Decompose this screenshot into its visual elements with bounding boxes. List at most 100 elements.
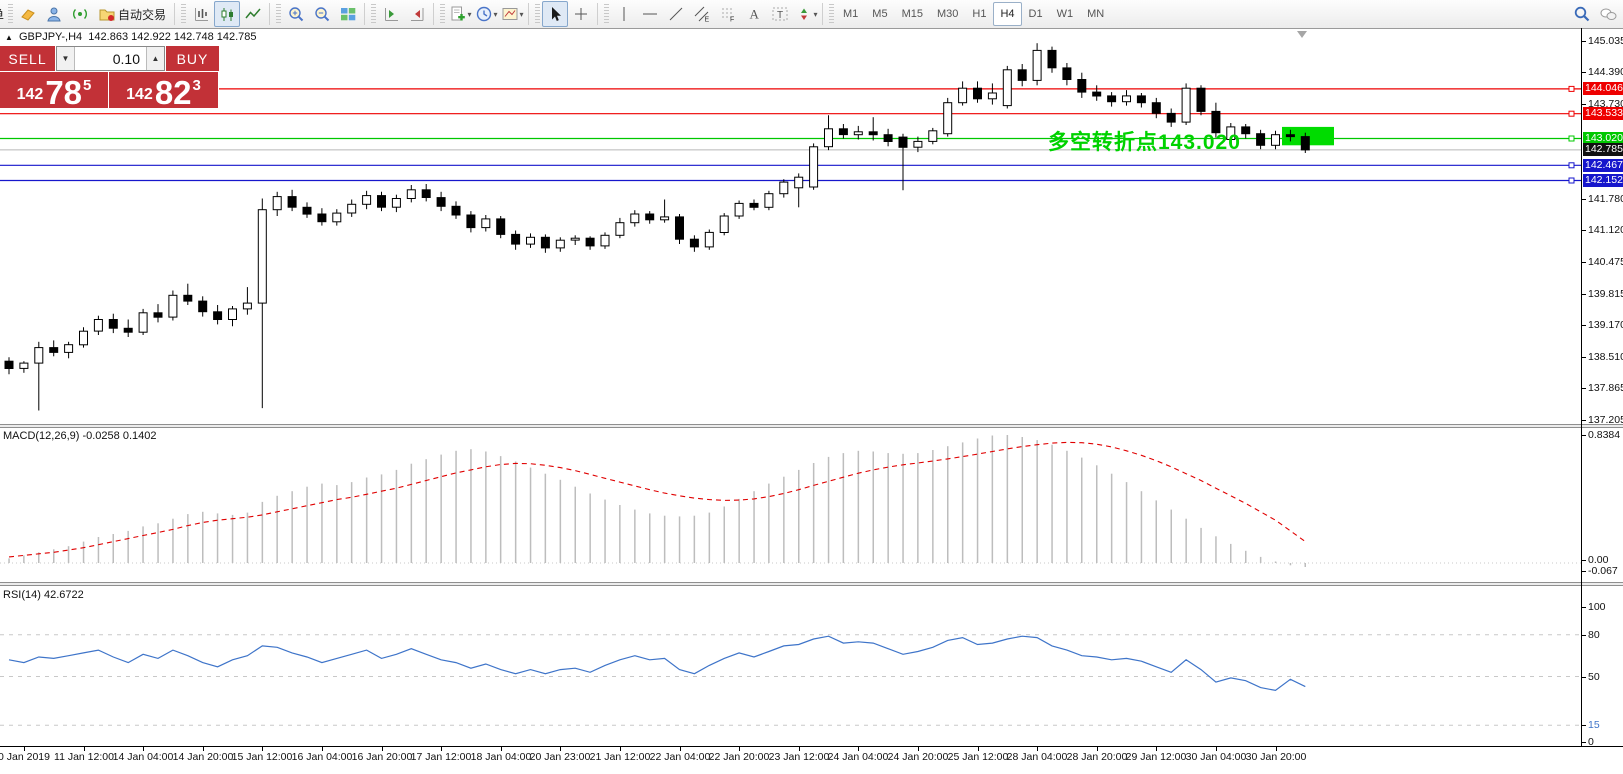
sell-price-pips: 78 (45, 79, 82, 107)
svg-text:E: E (705, 17, 710, 24)
volume-increase-button[interactable]: ▲ (146, 47, 164, 70)
tab-timeframe-M1[interactable]: M1 (836, 2, 865, 26)
buy-button[interactable]: BUY (166, 46, 219, 71)
price-tick-label: -0.067 (1588, 565, 1622, 577)
labelT-icon: T (771, 5, 789, 23)
toolbar-separator (364, 3, 365, 25)
tile-windows-button[interactable] (335, 1, 361, 27)
signals-button[interactable] (67, 1, 93, 27)
fibo-icon: F (719, 5, 737, 23)
rsi-indicator-panel[interactable] (0, 587, 1581, 746)
search-button[interactable] (1569, 1, 1595, 27)
level-price-badge: 143.533 (1583, 107, 1623, 120)
main-price-chart[interactable] (0, 28, 1581, 425)
toolbar-separator (528, 3, 529, 25)
chat-button[interactable] (1595, 1, 1621, 27)
toolbar-grip[interactable] (535, 4, 540, 24)
channel-button[interactable]: E (689, 1, 715, 27)
toolbar-separator (269, 3, 270, 25)
tab-timeframe-H4[interactable]: H4 (993, 2, 1021, 26)
toolbar-grip[interactable] (371, 4, 376, 24)
toolbar-grip[interactable] (8, 4, 13, 24)
periods-button[interactable]: ▾ (473, 1, 499, 27)
fibonacci-button[interactable]: F (715, 1, 741, 27)
symbol-quotes: 142.863 142.922 142.748 142.785 (88, 31, 256, 43)
auto-scroll-button[interactable] (378, 1, 404, 27)
toolbar-grip[interactable] (604, 4, 609, 24)
axis-tick (1581, 72, 1586, 73)
tab-timeframe-M5[interactable]: M5 (865, 2, 894, 26)
horizontal-line-button[interactable] (637, 1, 663, 27)
tab-timeframe-H1[interactable]: H1 (965, 2, 993, 26)
templates-button[interactable]: ▾ (499, 1, 525, 27)
volume-input[interactable]: 0.10 (75, 47, 146, 70)
vline-icon (615, 5, 633, 23)
axis-tick (1581, 388, 1586, 389)
toolbar-grip[interactable] (181, 4, 186, 24)
signal-icon (71, 5, 89, 23)
hline-icon (641, 5, 659, 23)
arrows-button[interactable]: ▾ (793, 1, 819, 27)
axis-tick (1581, 41, 1586, 42)
macd-indicator-panel[interactable] (0, 429, 1581, 582)
crosshair-button[interactable] (568, 1, 594, 27)
line-chart-button[interactable] (240, 1, 266, 27)
clock-icon (475, 5, 493, 23)
svg-text:F: F (730, 17, 734, 24)
sell-price[interactable]: 142 78 5 (0, 72, 108, 108)
chart-shift-button[interactable] (404, 1, 430, 27)
vertical-line-button[interactable] (611, 1, 637, 27)
price-tick-label: 137.865 (1588, 382, 1622, 394)
price-tick-label: 141.120 (1588, 224, 1622, 236)
toolbar-grip[interactable] (276, 4, 281, 24)
axis-tick (1581, 435, 1586, 436)
level-price-badge: 142.152 (1583, 174, 1623, 187)
svg-text:T: T (777, 10, 783, 21)
price-tick-label: 141.780 (1588, 193, 1622, 205)
cross-icon (572, 5, 590, 23)
clipped-toolbar-label: 单 (0, 5, 5, 24)
buy-price-integer: 142 (126, 86, 153, 104)
person-icon (45, 5, 63, 23)
one-click-trading-panel: SELL ▼ 0.10 ▲ BUY 142 78 5 142 82 3 (0, 46, 219, 108)
indicators-button[interactable]: ▾ (447, 1, 473, 27)
tab-timeframe-M15[interactable]: M15 (895, 2, 930, 26)
zoom-in-button[interactable] (283, 1, 309, 27)
panel-divider[interactable] (0, 582, 1623, 586)
axis-tick (1581, 635, 1586, 636)
trendline-button[interactable] (663, 1, 689, 27)
price-tick-label: 144.390 (1588, 66, 1622, 78)
annotation-text: 多空转折点143.020 (1048, 126, 1241, 156)
candlestick-chart-button[interactable] (214, 1, 240, 27)
panel-divider[interactable] (0, 424, 1623, 428)
bar-chart-button[interactable] (188, 1, 214, 27)
toolbar-grip[interactable] (829, 4, 834, 24)
price-tick-label: 137.205 (1588, 414, 1622, 426)
tab-timeframe-MN[interactable]: MN (1080, 2, 1111, 26)
mag-icon (1573, 5, 1591, 23)
trend-icon (667, 5, 685, 23)
toolbar: 单自动交易▾▾▾EFAT▾M1M5M15M30H1H4D1W1MN (0, 0, 1623, 29)
text-label-button[interactable]: T (767, 1, 793, 27)
axis-tick (1581, 104, 1586, 105)
text-button[interactable]: A (741, 1, 767, 27)
price-tick-label: 0 (1588, 736, 1622, 748)
chart-shift-marker-icon[interactable] (1297, 31, 1307, 38)
autotrade-button[interactable]: 自动交易 (93, 1, 171, 27)
volume-decrease-button[interactable]: ▼ (57, 47, 75, 70)
tab-timeframe-D1[interactable]: D1 (1022, 2, 1050, 26)
profile-button[interactable] (41, 1, 67, 27)
tab-timeframe-W1[interactable]: W1 (1050, 2, 1081, 26)
sell-button[interactable]: SELL (0, 46, 55, 71)
market-watch-button[interactable] (15, 1, 41, 27)
sell-price-integer: 142 (17, 86, 44, 104)
price-tick-label: 138.510 (1588, 351, 1622, 363)
shiftend-icon (382, 5, 400, 23)
axis-tick (1581, 262, 1586, 263)
cursor-button[interactable] (542, 1, 568, 27)
buy-price[interactable]: 142 82 3 (109, 72, 218, 108)
tab-timeframe-M30[interactable]: M30 (930, 2, 965, 26)
folder-icon (98, 5, 116, 23)
zoom-out-button[interactable] (309, 1, 335, 27)
toolbar-grip[interactable] (440, 4, 445, 24)
